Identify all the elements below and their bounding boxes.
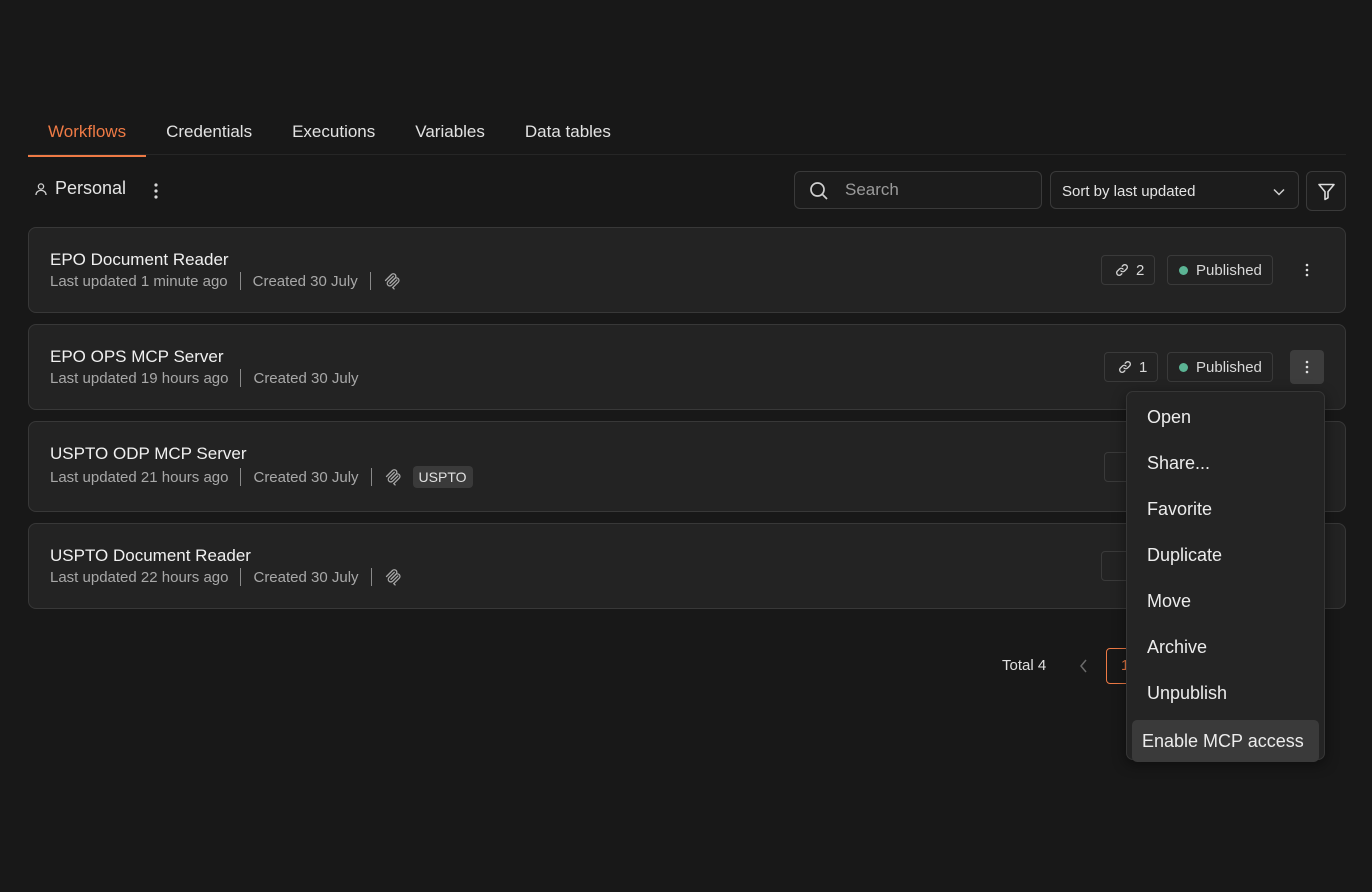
menu-item-enable-mcp-access[interactable]: Enable MCP access bbox=[1132, 720, 1319, 762]
filter-icon bbox=[1318, 183, 1335, 201]
menu-item-duplicate[interactable]: Duplicate bbox=[1132, 532, 1319, 578]
shared-links-badge[interactable]: 1 bbox=[1104, 352, 1159, 382]
workflow-card[interactable]: EPO Document Reader Last updated 1 minut… bbox=[28, 227, 1346, 313]
created-date: Created 30 July bbox=[253, 369, 359, 387]
more-vertical-icon bbox=[1305, 263, 1309, 277]
user-icon bbox=[35, 182, 47, 195]
sort-label: Sort by last updated bbox=[1062, 183, 1196, 200]
shared-links-badge[interactable]: 2 bbox=[1101, 255, 1156, 285]
mcp-icon bbox=[385, 469, 401, 486]
workflow-name[interactable]: USPTO Document Reader bbox=[50, 546, 251, 566]
workflow-name[interactable]: EPO OPS MCP Server bbox=[50, 347, 224, 367]
divider bbox=[240, 468, 242, 486]
menu-item-favorite[interactable]: Favorite bbox=[1132, 486, 1319, 532]
workflow-menu-button[interactable] bbox=[1290, 253, 1324, 287]
chevron-left-icon[interactable] bbox=[1078, 658, 1090, 674]
menu-item-open[interactable]: Open bbox=[1132, 394, 1319, 440]
divider bbox=[240, 568, 242, 586]
more-vertical-icon[interactable] bbox=[146, 181, 166, 201]
workflow-context-menu: Open Share... Favorite Duplicate Move Ar… bbox=[1126, 391, 1325, 762]
link-count: 2 bbox=[1136, 261, 1145, 279]
workflow-meta: Last updated 1 minute ago Created 30 Jul… bbox=[50, 272, 401, 290]
tab-workflows[interactable]: Workflows bbox=[28, 112, 147, 157]
status-badge: Published bbox=[1167, 255, 1273, 285]
last-updated: Last updated 21 hours ago bbox=[50, 468, 229, 486]
status-dot bbox=[1179, 265, 1188, 275]
divider bbox=[369, 272, 371, 290]
mcp-icon bbox=[385, 569, 401, 586]
created-date: Created 30 July bbox=[253, 568, 359, 586]
last-updated: Last updated 19 hours ago bbox=[50, 369, 229, 387]
last-updated: Last updated 22 hours ago bbox=[50, 568, 229, 586]
pagination-total: Total 4 bbox=[1002, 657, 1047, 674]
sort-select[interactable]: Sort by last updated bbox=[1050, 171, 1299, 209]
link-icon bbox=[1116, 264, 1128, 276]
search-input[interactable] bbox=[845, 172, 1030, 208]
search-icon bbox=[810, 182, 828, 200]
divider bbox=[240, 369, 242, 387]
tab-data-tables[interactable]: Data tables bbox=[505, 112, 631, 155]
workflow-menu-button[interactable] bbox=[1290, 350, 1324, 384]
status-label: Published bbox=[1196, 358, 1262, 376]
created-date: Created 30 July bbox=[252, 272, 358, 290]
link-count: 1 bbox=[1139, 358, 1148, 376]
tab-variables[interactable]: Variables bbox=[395, 112, 505, 155]
workflow-meta: Last updated 21 hours ago Created 30 Jul… bbox=[50, 466, 473, 488]
menu-item-archive[interactable]: Archive bbox=[1132, 624, 1319, 670]
tab-credentials[interactable]: Credentials bbox=[146, 112, 272, 155]
last-updated: Last updated 1 minute ago bbox=[50, 272, 228, 290]
menu-item-share[interactable]: Share... bbox=[1132, 440, 1319, 486]
status-label: Published bbox=[1196, 261, 1262, 279]
more-vertical-icon bbox=[1305, 360, 1309, 374]
tabs-divider bbox=[28, 154, 1346, 155]
divider bbox=[370, 468, 372, 486]
workflow-tag[interactable]: USPTO bbox=[412, 466, 473, 488]
status-badge: Published bbox=[1167, 352, 1273, 382]
link-icon bbox=[1119, 361, 1131, 373]
top-tabs: Workflows Credentials Executions Variabl… bbox=[28, 112, 631, 157]
filter-button[interactable] bbox=[1306, 171, 1346, 211]
menu-item-move[interactable]: Move bbox=[1132, 578, 1319, 624]
workflow-name[interactable]: EPO Document Reader bbox=[50, 250, 229, 270]
chevron-down-icon bbox=[1273, 188, 1285, 196]
project-selector[interactable]: Personal bbox=[34, 178, 126, 199]
search-box[interactable] bbox=[794, 171, 1042, 209]
workflow-meta: Last updated 19 hours ago Created 30 Jul… bbox=[50, 369, 359, 387]
menu-item-unpublish[interactable]: Unpublish bbox=[1132, 670, 1319, 716]
divider bbox=[239, 272, 241, 290]
divider bbox=[370, 568, 372, 586]
project-label: Personal bbox=[55, 178, 127, 198]
workflow-name[interactable]: USPTO ODP MCP Server bbox=[50, 444, 247, 464]
mcp-icon bbox=[384, 273, 400, 290]
workflow-meta: Last updated 22 hours ago Created 30 Jul… bbox=[50, 568, 402, 586]
status-dot bbox=[1179, 362, 1188, 372]
created-date: Created 30 July bbox=[253, 468, 359, 486]
tab-executions[interactable]: Executions bbox=[272, 112, 395, 155]
